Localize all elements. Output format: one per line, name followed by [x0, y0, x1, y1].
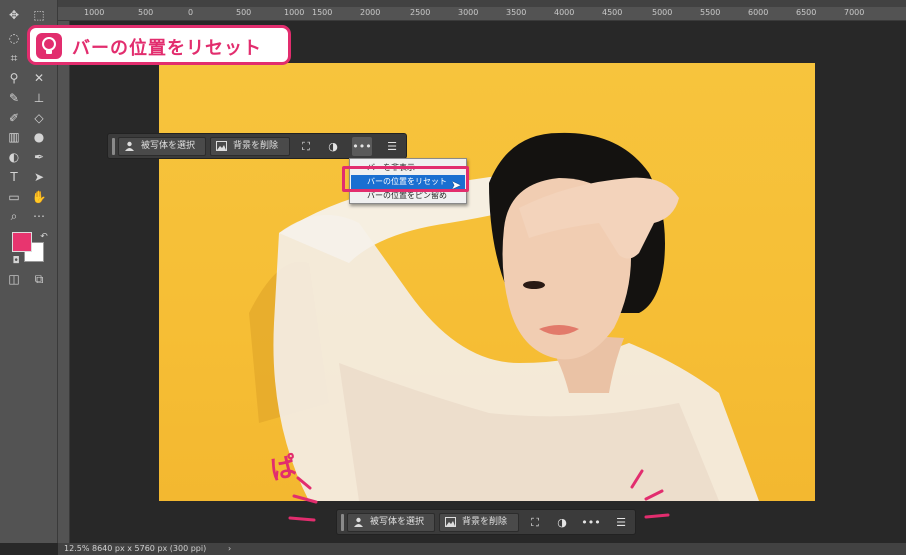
pop-lines-right — [630, 469, 670, 519]
path-select-icon[interactable]: ➤ — [29, 168, 49, 186]
taskbar-grip-handle[interactable] — [341, 514, 344, 531]
person-icon — [125, 141, 134, 151]
select-subject-button[interactable]: 被写体を選択 — [118, 137, 206, 156]
ruler-tick: 500 — [236, 8, 252, 17]
adjust-icon[interactable]: ◑ — [552, 513, 572, 532]
dodge-tool-icon[interactable]: ◐ — [4, 148, 24, 166]
more-icon[interactable]: ••• — [352, 137, 372, 156]
blur-tool-icon[interactable]: ● — [29, 128, 49, 146]
history-brush-icon[interactable]: ✐ — [4, 109, 24, 127]
ruler-tick: 3500 — [506, 8, 527, 17]
healing-tool-icon[interactable]: ✕ — [29, 69, 49, 87]
image-icon — [445, 517, 456, 527]
vertical-ruler — [58, 21, 70, 543]
taskbar-grip-handle[interactable] — [112, 138, 115, 155]
hand-tool-icon[interactable]: ✋ — [29, 188, 49, 206]
mouse-cursor-icon: ➤ — [451, 178, 462, 192]
select-subject-label: 被写体を選択 — [141, 141, 196, 151]
ruler-tick: 6000 — [748, 8, 769, 17]
document-info: 8640 px x 5760 px (300 ppi) — [92, 544, 207, 553]
screen-mode-icon[interactable]: ⧉ — [29, 270, 49, 288]
pen-tool-icon[interactable]: ✒ — [29, 148, 49, 166]
status-menu-icon[interactable]: › — [228, 543, 231, 555]
mask-icon[interactable]: ⛶ — [296, 137, 316, 156]
ruler-tick: 4000 — [554, 8, 575, 17]
callout-text: バーの位置をリセット — [72, 38, 262, 59]
document-tab-bar — [58, 0, 906, 7]
default-colors-icon[interactable]: ◘ — [6, 252, 26, 270]
rectangle-tool-icon[interactable]: ▭ — [4, 188, 24, 206]
more-icon[interactable]: ••• — [581, 513, 601, 532]
contextual-taskbar-reset[interactable]: 被写体を選択 背景を削除 ⛶ ◑ ••• ☰ — [336, 509, 636, 535]
ruler-tick: 500 — [138, 8, 154, 17]
mask-icon[interactable]: ⛶ — [525, 513, 545, 532]
quick-mask-icon[interactable]: ◫ — [4, 270, 24, 288]
remove-background-label: 背景を削除 — [462, 517, 508, 527]
zoom-tool-icon[interactable]: ⌕ — [4, 207, 24, 225]
pop-lines-left — [288, 476, 318, 522]
select-subject-button[interactable]: 被写体を選択 — [347, 513, 435, 532]
ruler-tick: 5000 — [652, 8, 673, 17]
ruler-tick: 3000 — [458, 8, 479, 17]
lightbulb-icon — [36, 33, 62, 59]
eyedropper-tool-icon[interactable]: ⚲ — [4, 69, 24, 87]
zoom-level[interactable]: 12.5% — [64, 543, 89, 555]
image-icon — [216, 141, 227, 151]
horizontal-ruler: 1000 500 0 500 1000 1500 2000 2500 3000 … — [58, 7, 906, 21]
remove-background-label: 背景を削除 — [233, 141, 279, 151]
lasso-tool-icon[interactable]: ◌ — [4, 29, 24, 47]
portrait-illustration — [249, 132, 759, 501]
adjust-icon[interactable]: ◑ — [323, 137, 343, 156]
select-subject-label: 被写体を選択 — [370, 517, 425, 527]
ruler-tick: 4500 — [602, 8, 623, 17]
remove-background-button[interactable]: 背景を削除 — [439, 513, 519, 532]
ruler-tick: 1000 — [84, 8, 105, 17]
settings-icon[interactable]: ☰ — [382, 137, 402, 156]
ruler-tick: 5500 — [700, 8, 721, 17]
brush-tool-icon[interactable]: ✎ — [4, 89, 24, 107]
ruler-tick: 1500 — [312, 8, 333, 17]
ruler-tick: 2500 — [410, 8, 431, 17]
contextual-taskbar[interactable]: 被写体を選択 背景を削除 ⛶ ◑ ••• ☰ — [107, 133, 407, 159]
eraser-tool-icon[interactable]: ◇ — [29, 109, 49, 127]
crop-tool-icon[interactable]: ⌗ — [4, 49, 24, 67]
type-tool-icon[interactable]: T — [4, 168, 24, 186]
ruler-tick: 2000 — [360, 8, 381, 17]
swap-colors-icon[interactable]: ↶ — [34, 228, 54, 246]
marquee-tool-icon[interactable]: ⬚ — [29, 6, 49, 24]
ruler-tick: 1000 — [284, 8, 305, 17]
ruler-tick: 0 — [188, 8, 194, 17]
more-tools-icon[interactable]: ⋯ — [29, 207, 49, 225]
person-icon — [354, 517, 363, 527]
ruler-tick: 6500 — [796, 8, 817, 17]
callout-label: バーの位置をリセット — [27, 25, 291, 65]
move-tool-icon[interactable]: ✥ — [4, 6, 24, 24]
gradient-tool-icon[interactable]: ▥ — [4, 128, 24, 146]
foreground-color-swatch[interactable] — [12, 232, 32, 252]
ruler-tick: 7000 — [844, 8, 865, 17]
remove-background-button[interactable]: 背景を削除 — [210, 137, 290, 156]
status-bar: 12.5% 8640 px x 5760 px (300 ppi) › — [58, 543, 906, 555]
stamp-tool-icon[interactable]: ⊥ — [29, 89, 49, 107]
tools-panel: ✥ ⬚ ◌ ⌗ ⚲ ✕ ✎ ⊥ ✐ ◇ ▥ ● ◐ ✒ T ➤ ▭ ✋ ⌕ ⋯ … — [0, 0, 58, 543]
highlight-frame — [342, 166, 469, 192]
canvas-photo[interactable] — [159, 63, 815, 501]
